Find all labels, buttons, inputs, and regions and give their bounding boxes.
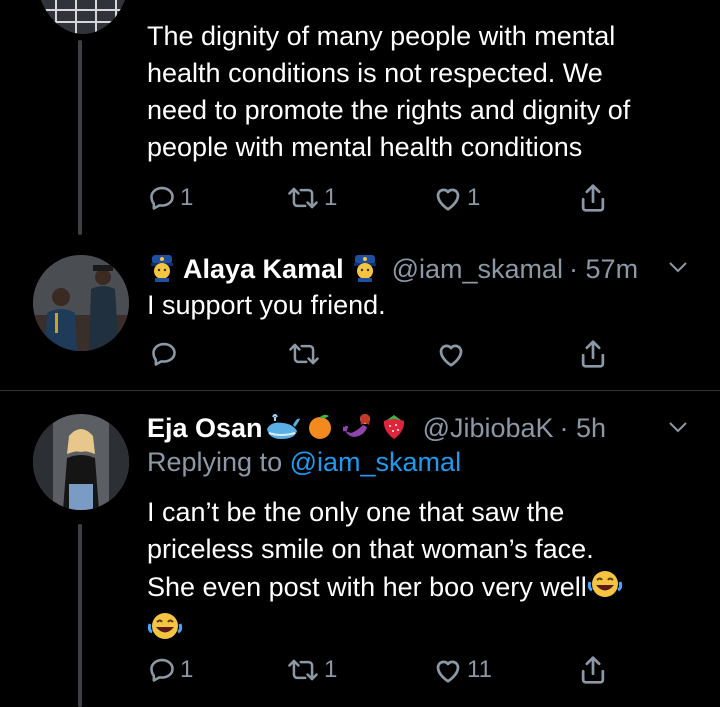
chevron-down-icon [669,262,687,273]
user-handle[interactable]: @iam_skamal [392,254,563,285]
share-icon [581,656,605,684]
retweet-icon [288,659,318,681]
like-button[interactable]: 1 [433,184,480,212]
like-icon [436,660,460,683]
reply-icon [150,186,174,210]
reply-button[interactable]: 1 [148,184,193,212]
tweet-text: I can’t be the only one that saw the pri… [147,494,707,652]
reply-icon [150,658,174,682]
retweet-button[interactable]: 1 [286,656,337,684]
like-count: 1 [467,184,481,211]
retweet-button[interactable]: 1 [286,184,337,212]
share-icon [581,340,605,368]
reply-count: 1 [180,184,194,211]
user-handle[interactable]: @JibiobaK [423,413,554,444]
timestamp[interactable]: · 57m [569,254,638,285]
police-officer-emoji [147,252,177,287]
display-name[interactable]: Alaya Kamal [183,254,344,285]
replying-to: Replying to @iam_skamal [147,447,461,478]
reply-button[interactable]: 1 [148,656,193,684]
more-options-button[interactable] [666,418,690,441]
retweet-count: 1 [324,184,338,211]
reply-count: 1 [180,656,194,683]
share-button[interactable] [578,182,608,214]
timestamp[interactable]: · 5h [560,413,607,444]
tangerine-emoji [305,411,335,446]
retweet-icon [288,187,318,209]
tweet-text: The dignity of many people with mental h… [147,21,631,162]
retweet-count: 1 [324,656,338,683]
mermaid-emoji [341,411,375,446]
avatar[interactable] [36,0,130,34]
laughing-emoji [147,610,183,652]
like-button[interactable]: 11 [433,656,492,684]
reply-button[interactable] [150,340,178,368]
like-icon [439,344,463,367]
thread-line [78,40,82,235]
tweet-header: Eja Osan @JibiobaK · 5h [147,411,606,446]
thread-line [78,524,82,707]
strawberry-emoji [379,411,409,446]
mention-link[interactable]: @iam_skamal [290,447,461,477]
share-button[interactable] [578,654,608,686]
replying-to-label: Replying to [147,447,283,477]
share-icon [581,184,605,212]
retweet-icon [289,343,319,365]
divider [0,390,720,391]
avatar[interactable] [33,414,129,510]
whale-emoji [265,411,301,446]
tweet-header: Alaya Kamal @iam_skamal · 57m [147,252,638,287]
retweet-button[interactable] [287,340,321,368]
reply-icon [152,342,176,366]
chevron-down-icon [669,422,687,433]
avatar[interactable] [33,255,129,351]
like-icon [436,188,460,211]
share-button[interactable] [578,338,608,370]
display-name[interactable]: Eja Osan [147,413,263,444]
tweet-text: I support you friend. [147,290,386,320]
like-count: 11 [467,656,492,683]
laughing-emoji [587,568,623,610]
more-options-button[interactable] [666,258,690,281]
police-officer-emoji [350,252,380,287]
like-button[interactable] [436,340,466,368]
